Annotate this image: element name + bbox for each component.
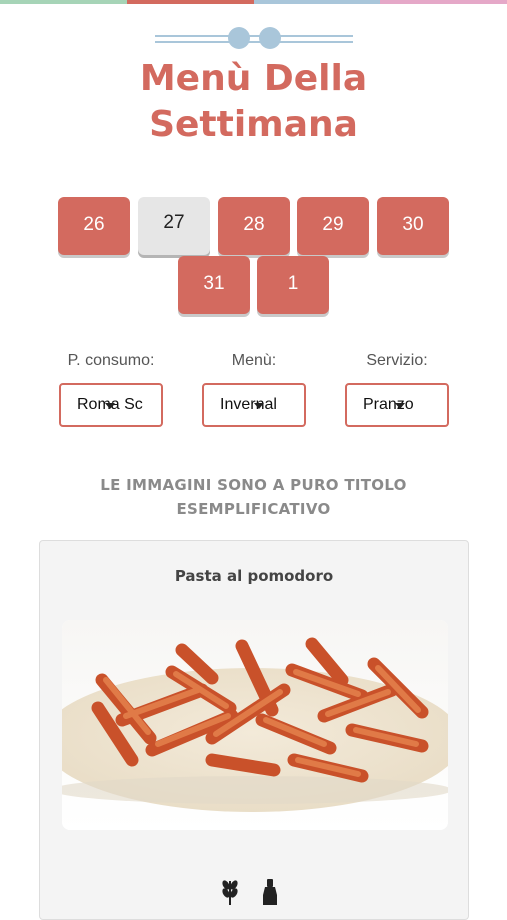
dish-icons: [215, 875, 295, 905]
day-button-26[interactable]: 26: [58, 197, 130, 255]
consumo-select[interactable]: Roma Sc: [59, 383, 163, 427]
chevron-down-icon: [254, 403, 264, 409]
bottle-icon: [263, 879, 277, 905]
header-decoration: [155, 27, 353, 49]
menu-select-value: Invernal: [220, 396, 277, 413]
menu-select[interactable]: Invernal: [202, 383, 306, 427]
day-button-29[interactable]: 29: [297, 197, 369, 255]
servizio-label: Servizio:: [366, 352, 428, 369]
dish-card[interactable]: Pasta al pomodoro: [39, 540, 469, 920]
top-color-strip: [0, 0, 507, 4]
chevron-down-icon: [105, 403, 115, 409]
day-button-1[interactable]: 1: [257, 256, 329, 314]
pasta-image: [62, 620, 448, 830]
images-disclaimer: LE IMMAGINI SONO A PURO TITOLO ESEMPLIFI…: [0, 473, 507, 521]
page-title: Menù Della Settimana: [0, 56, 507, 148]
wheat-icon: [222, 880, 238, 905]
day-button-30[interactable]: 30: [377, 197, 449, 255]
disclaimer-line1: LE IMMAGINI SONO A PURO TITOLO: [100, 476, 407, 494]
servizio-select[interactable]: Pranzo: [345, 383, 449, 427]
dish-name: Pasta al pomodoro: [174, 567, 334, 585]
page-title-line1: Menù Della: [139, 58, 368, 99]
disclaimer-line2: ESEMPLIFICATIVO: [176, 500, 331, 518]
page-title-line2: Settimana: [149, 104, 358, 145]
chevron-down-icon: [395, 403, 405, 409]
day-button-27-active[interactable]: 27: [138, 197, 210, 255]
menu-label: Menù:: [231, 352, 277, 369]
day-button-28[interactable]: 28: [218, 197, 290, 255]
day-button-31[interactable]: 31: [178, 256, 250, 314]
dish-photo: [62, 620, 448, 830]
servizio-select-value: Pranzo: [363, 396, 414, 413]
consumo-label: P. consumo:: [67, 352, 155, 369]
